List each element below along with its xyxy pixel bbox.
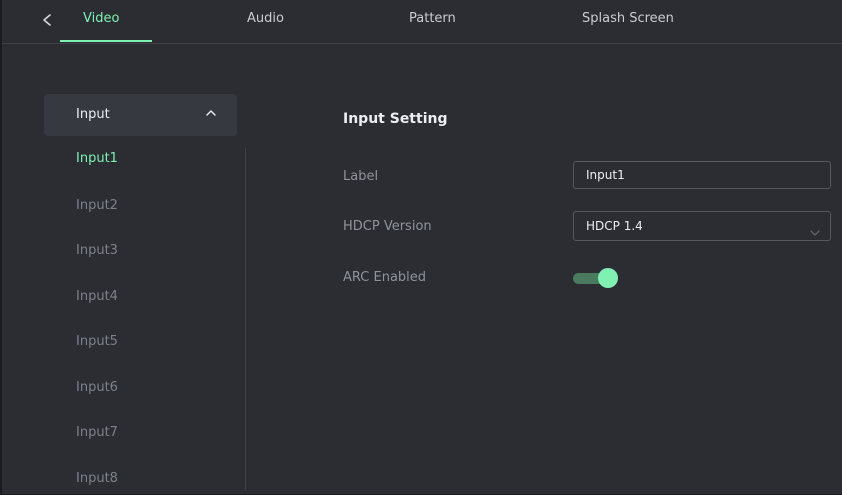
section-title: Input Setting xyxy=(343,111,448,127)
menu-group-input[interactable]: Input xyxy=(44,94,237,136)
menu-item-input7[interactable]: Input7 xyxy=(76,425,118,440)
menu-item-input4[interactable]: Input4 xyxy=(76,289,118,304)
menu-item-input6[interactable]: Input6 xyxy=(76,380,118,395)
menu-item-input1[interactable]: Input1 xyxy=(76,151,118,166)
tab-pattern[interactable]: Pattern xyxy=(409,11,456,26)
arc-enabled-toggle[interactable] xyxy=(573,268,619,290)
menu-group-label: Input xyxy=(76,107,110,122)
arc-enabled-label: ARC Enabled xyxy=(343,270,427,285)
active-tab-indicator xyxy=(60,40,152,42)
label-field-label: Label xyxy=(343,169,379,184)
tab-video[interactable]: Video xyxy=(83,11,119,26)
hdcp-version-value: HDCP 1.4 xyxy=(586,219,643,233)
hdcp-version-label: HDCP Version xyxy=(343,219,432,234)
chevron-up-icon[interactable] xyxy=(204,105,218,119)
app-frame: Video Audio Pattern Splash Screen Input … xyxy=(0,0,842,495)
chevron-down-icon xyxy=(810,222,820,236)
tab-bar: Video Audio Pattern Splash Screen xyxy=(2,0,842,44)
tab-splash-screen[interactable]: Splash Screen xyxy=(582,11,674,26)
toggle-knob xyxy=(598,268,618,288)
menu-item-input2[interactable]: Input2 xyxy=(76,198,118,213)
menu-item-input8[interactable]: Input8 xyxy=(76,471,118,486)
back-chevron-left-icon[interactable] xyxy=(40,9,54,31)
menu-item-input5[interactable]: Input5 xyxy=(76,334,118,349)
label-input[interactable] xyxy=(573,161,831,189)
menu-item-input3[interactable]: Input3 xyxy=(76,243,118,258)
tab-audio[interactable]: Audio xyxy=(247,11,284,26)
hdcp-version-select[interactable]: HDCP 1.4 xyxy=(573,211,831,241)
menu-divider xyxy=(245,148,246,490)
